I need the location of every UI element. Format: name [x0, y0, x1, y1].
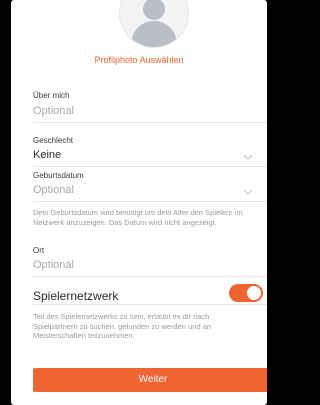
network-help-text: Teil des Spielernetzwerks zu sein, erlau… — [33, 312, 212, 340]
divider — [33, 276, 267, 277]
profile-form-screen: Profilphoto Auswählen Über mich Optional… — [11, 0, 267, 405]
divider — [33, 304, 267, 305]
about-label: Über mich — [33, 91, 70, 100]
chevron-down-icon[interactable] — [243, 154, 253, 160]
chevron-down-icon[interactable] — [243, 189, 253, 195]
location-label: Ort — [33, 246, 45, 255]
birthdate-label: Geburtsdatum — [33, 171, 84, 180]
network-toggle[interactable] — [229, 284, 263, 302]
continue-button[interactable]: Weiter — [33, 368, 267, 392]
birthdate-help-text: Dein Geburtsdatum wird benötigt um dein … — [33, 208, 243, 227]
divider — [33, 201, 267, 202]
about-input[interactable]: Optional — [33, 105, 74, 117]
divider — [33, 166, 267, 167]
gender-select[interactable]: Keine — [33, 149, 61, 161]
avatar-placeholder-icon — [130, 0, 178, 47]
network-title: Spielernetzwerk — [33, 289, 119, 303]
choose-photo-link[interactable]: Profilphoto Auswählen — [11, 55, 267, 65]
toggle-knob — [247, 286, 261, 300]
divider — [33, 122, 267, 123]
birthdate-select[interactable]: Optional — [33, 184, 74, 196]
avatar[interactable] — [119, 0, 189, 48]
location-input[interactable]: Optional — [33, 259, 74, 271]
gender-label: Geschlecht — [33, 136, 74, 145]
